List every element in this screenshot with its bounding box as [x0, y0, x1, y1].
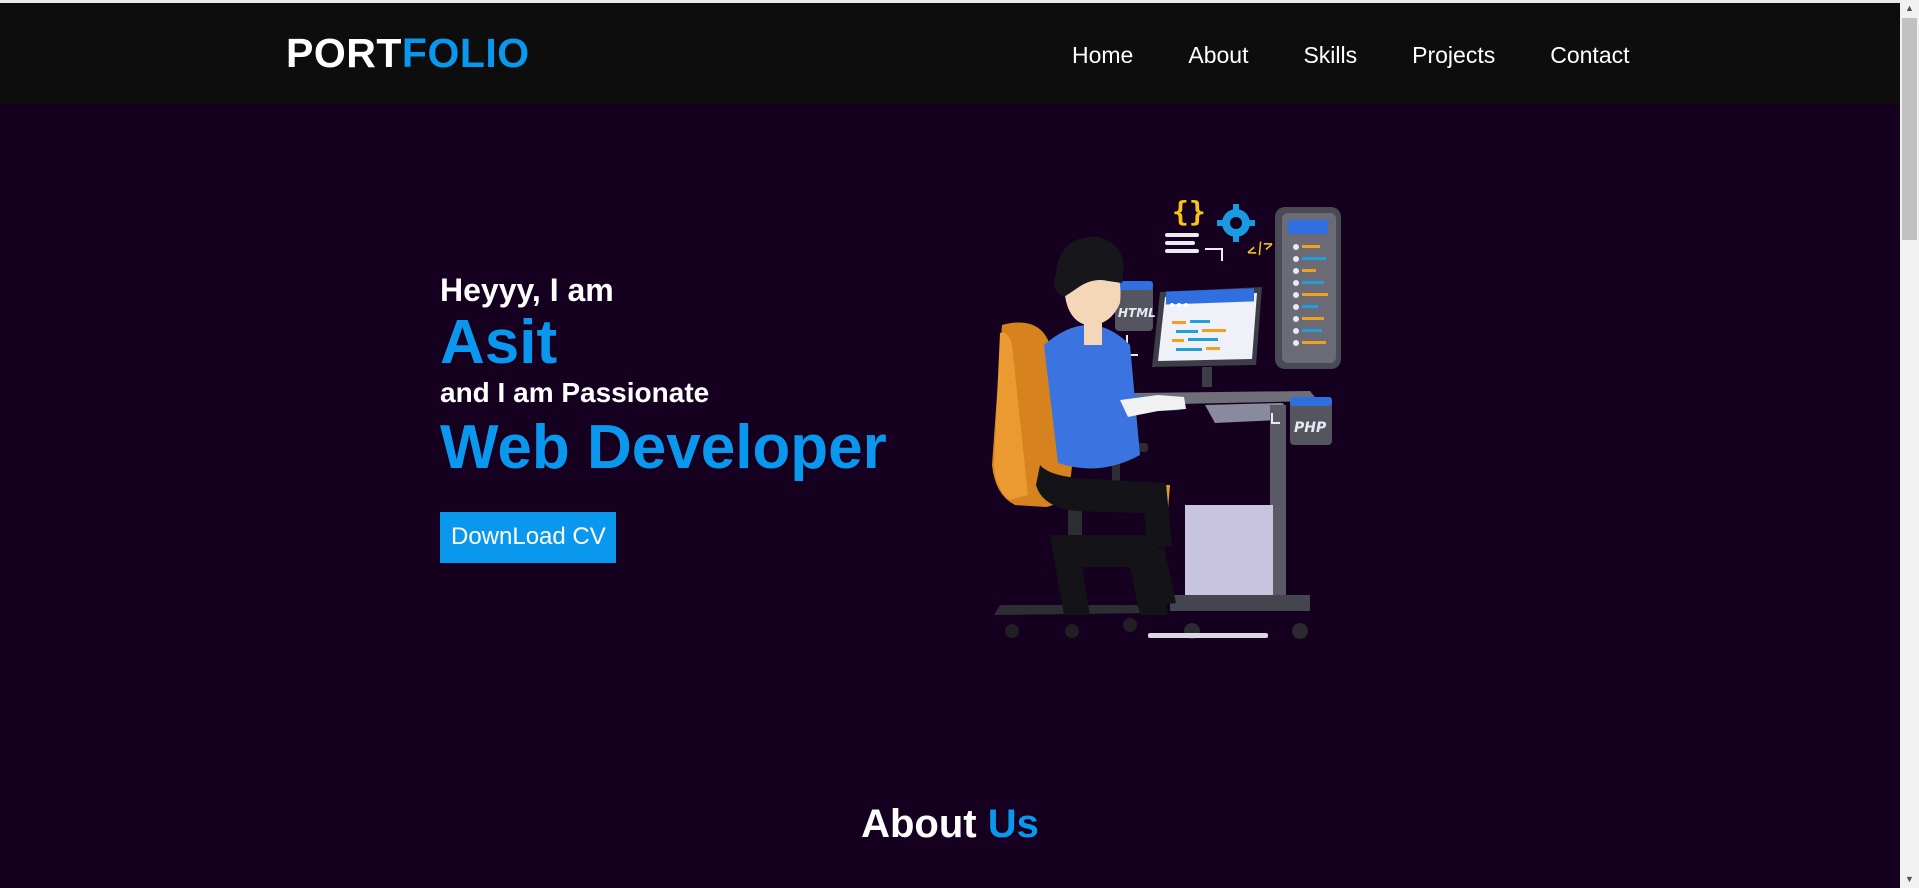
code-tag-symbol: </> [1244, 235, 1276, 261]
site-header: PORTFOLIO Home About Skills Projects Con… [0, 3, 1900, 104]
about-section-title: About Us [0, 802, 1900, 847]
php-badge-label: PHP [1294, 420, 1327, 436]
main-nav: Home About Skills Projects Contact [1072, 41, 1630, 69]
hero-role: Web Developer [440, 413, 887, 482]
nav-skills[interactable]: Skills [1303, 41, 1357, 69]
gear-icon [1217, 204, 1255, 242]
page-scrollbar[interactable]: ▲ ▼ [1900, 0, 1919, 888]
hero-greeting: Heyyy, I am [440, 272, 614, 308]
html-badge-label: HTML [1118, 306, 1156, 320]
logo-text-port: PORT [286, 30, 402, 76]
hero-tagline: and I am Passionate [440, 377, 710, 408]
hero-section: Heyyy, I am Asit and I am Passionate Web… [440, 270, 887, 563]
scroll-up-arrow-icon[interactable]: ▲ [1900, 0, 1919, 17]
scrollbar-thumb[interactable] [1902, 18, 1917, 240]
hero-name: Asit [440, 308, 558, 377]
side-monitor-graphic [1275, 207, 1341, 369]
site-logo[interactable]: PORTFOLIO [286, 29, 530, 77]
developer-illustration: {} </> HTML PHP [992, 195, 1341, 639]
nav-about[interactable]: About [1188, 41, 1248, 69]
about-title-text: About [861, 802, 988, 846]
page-viewport: PORTFOLIO Home About Skills Projects Con… [0, 0, 1900, 888]
nav-projects[interactable]: Projects [1412, 41, 1495, 69]
nav-home[interactable]: Home [1072, 41, 1133, 69]
download-cv-button[interactable]: DownLoad CV [440, 512, 616, 563]
scroll-down-arrow-icon[interactable]: ▼ [1900, 871, 1919, 888]
main-monitor-graphic [1152, 287, 1262, 387]
braces-symbol: {} [1172, 195, 1206, 228]
nav-contact[interactable]: Contact [1550, 41, 1629, 69]
about-title-accent: Us [987, 802, 1039, 846]
logo-text-folio: FOLIO [401, 30, 530, 76]
lines-symbol [1165, 233, 1223, 261]
